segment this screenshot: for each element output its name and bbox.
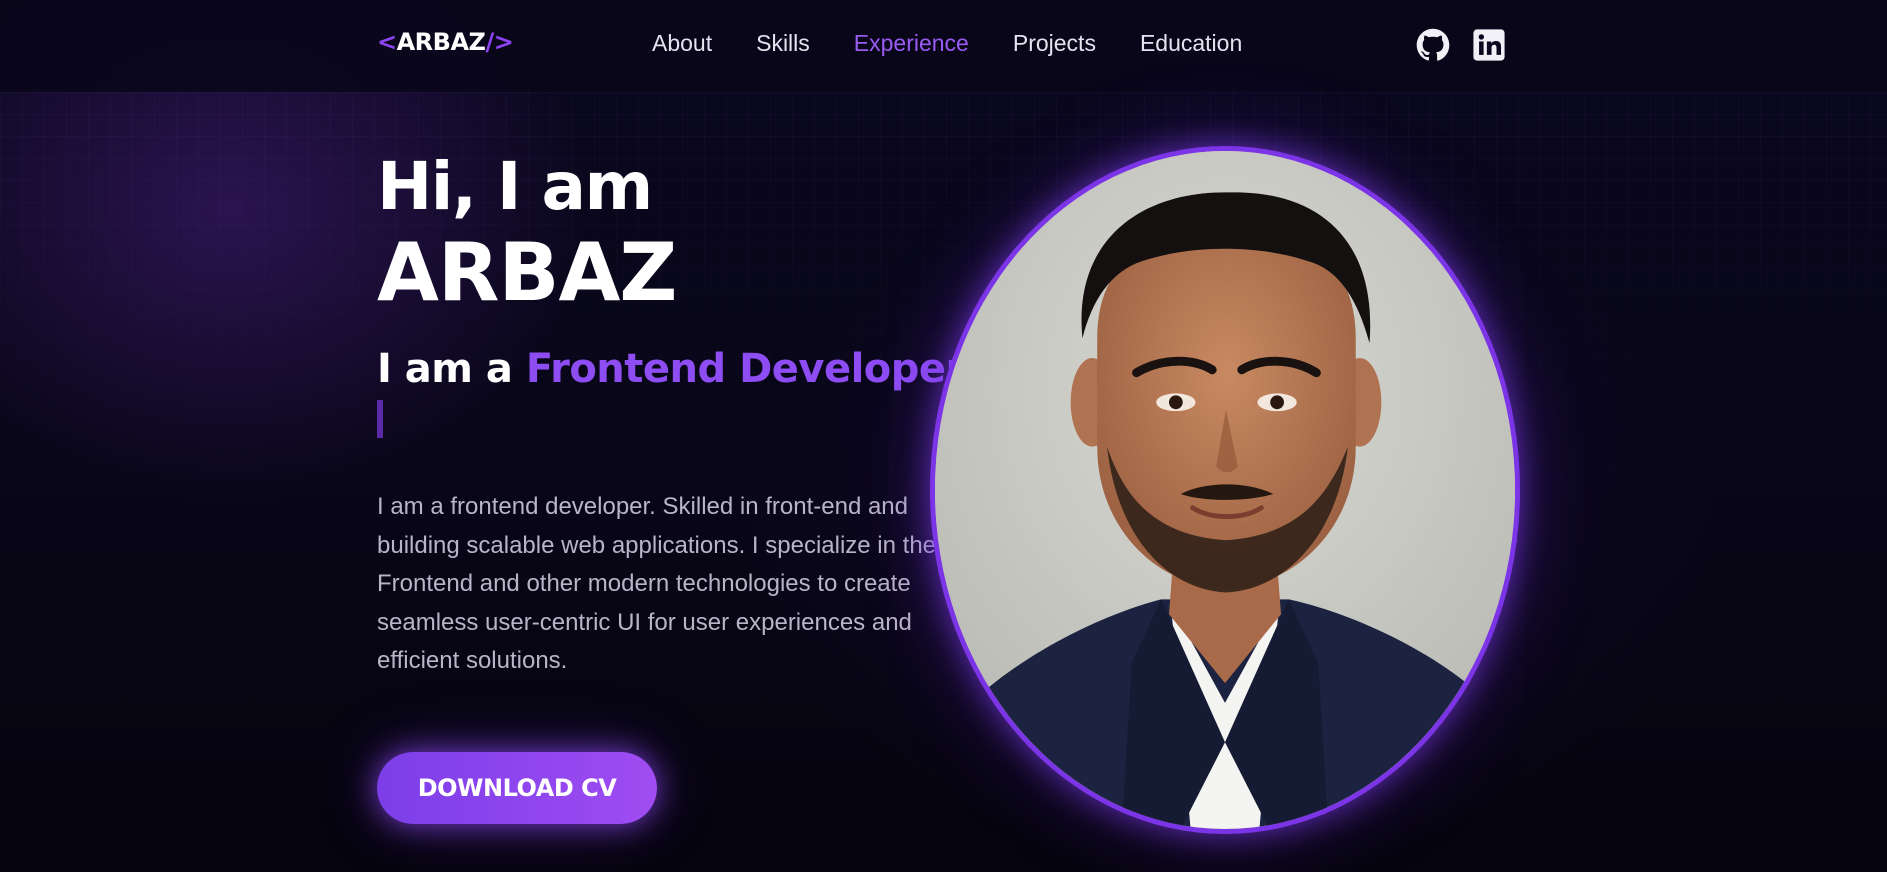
hero-greeting: Hi, I am bbox=[377, 148, 653, 225]
profile-photo-illustration bbox=[935, 151, 1515, 829]
nav-link-experience[interactable]: Experience bbox=[854, 30, 969, 57]
brand-logo[interactable]: < ARBAZ /> bbox=[377, 28, 514, 56]
role-typed-text: Frontend Developer bbox=[525, 346, 965, 392]
nav-link-skills[interactable]: Skills bbox=[756, 30, 810, 57]
linkedin-icon[interactable] bbox=[1472, 28, 1506, 62]
profile-photo bbox=[930, 146, 1520, 834]
nav-link-education[interactable]: Education bbox=[1140, 30, 1242, 57]
typing-cursor bbox=[377, 400, 383, 438]
hero-name: ARBAZ bbox=[377, 226, 677, 319]
role-prefix: I am a bbox=[377, 346, 526, 392]
logo-close-bracket: /> bbox=[485, 28, 514, 56]
nav-link-about[interactable]: About bbox=[652, 30, 712, 57]
logo-name: ARBAZ bbox=[396, 28, 486, 56]
nav-menu: About Skills Experience Projects Educati… bbox=[652, 30, 1286, 57]
hero-role: I am a Frontend Developer bbox=[377, 344, 965, 394]
github-icon[interactable] bbox=[1416, 28, 1450, 62]
navbar: < ARBAZ /> About Skills Experience Proje… bbox=[0, 0, 1887, 92]
nav-link-projects[interactable]: Projects bbox=[1013, 30, 1096, 57]
page: < ARBAZ /> About Skills Experience Proje… bbox=[0, 0, 1887, 872]
hero-bio: I am a frontend developer. Skilled in fr… bbox=[377, 493, 937, 674]
download-cv-button[interactable]: DOWNLOAD CV bbox=[377, 752, 657, 824]
social-links bbox=[1416, 28, 1506, 62]
logo-open-bracket: < bbox=[377, 28, 397, 56]
hero-intro: Hi, I am ARBAZ I am a Frontend Developer… bbox=[377, 148, 965, 681]
